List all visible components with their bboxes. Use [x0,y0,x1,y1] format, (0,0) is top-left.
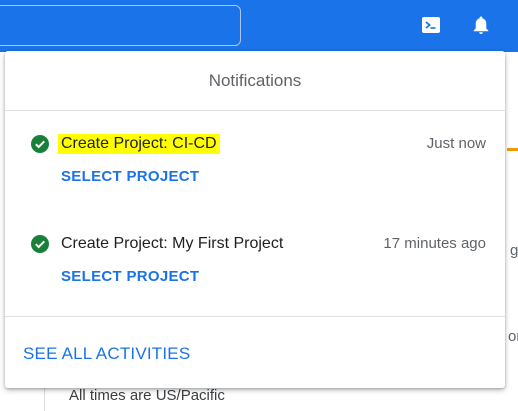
success-check-icon [31,235,49,253]
notification-time: Just now [426,135,486,152]
panel-divider [5,316,505,317]
cloud-shell-terminal-icon[interactable] [420,14,442,36]
see-all-activities-link[interactable]: SEE ALL ACTIVITIES [23,344,190,364]
select-project-button[interactable]: SELECT PROJECT [61,268,199,285]
background-text-fragment: on [508,328,518,345]
notification-title: Create Project: My First Project [61,235,284,252]
notification-item: Create Project: CI-CD Just now SELECT PR… [5,127,505,207]
notifications-panel: Notifications Create Project: CI-CD Just… [5,51,505,388]
success-check-icon [31,135,49,153]
search-input[interactable] [0,5,241,46]
notification-item: Create Project: My First Project 17 minu… [5,227,505,307]
notification-title: Create Project: CI-CD [58,134,220,154]
top-app-bar [0,0,518,52]
panel-title: Notifications [5,51,505,111]
notifications-bell-icon[interactable] [470,14,492,36]
notification-time: 17 minutes ago [383,235,486,252]
background-accent-bar [507,148,518,151]
background-card-edge [44,388,45,411]
background-text-fragment: g [510,242,518,259]
timezone-footer-text: All times are US/Pacific [69,387,225,404]
select-project-button[interactable]: SELECT PROJECT [61,168,199,185]
